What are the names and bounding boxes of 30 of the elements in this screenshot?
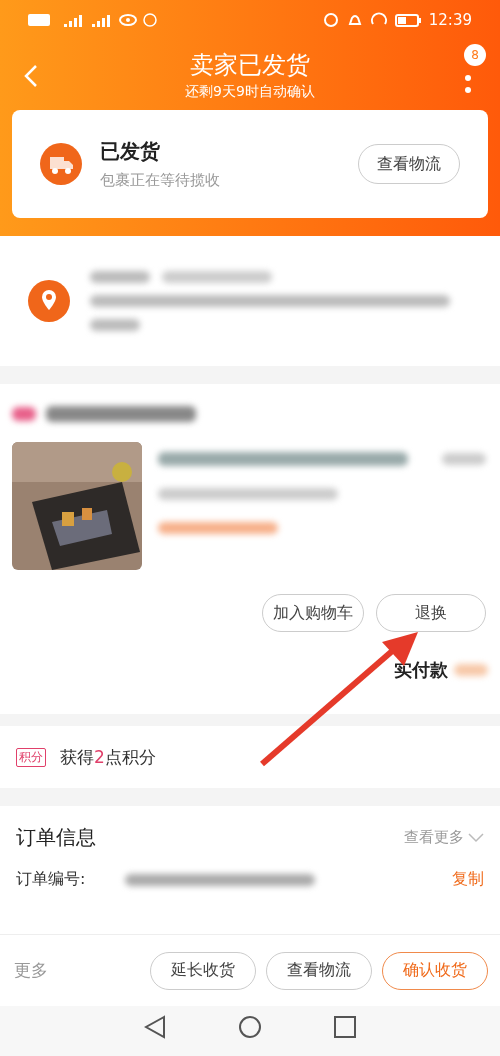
order-info-title: 订单信息	[16, 824, 96, 851]
battery-icon	[394, 12, 421, 28]
home-nav-icon	[238, 1015, 262, 1039]
chevron-down-icon	[468, 832, 484, 843]
recents-nav-icon	[334, 1016, 356, 1038]
shipping-status-title: 已发货	[100, 138, 161, 165]
redacted-text	[442, 453, 486, 465]
points-earned-text: 获得2点积分	[60, 745, 156, 769]
product-action-button[interactable]: 加入购物车	[262, 594, 364, 632]
view-logistics-button[interactable]: 查看物流	[358, 144, 460, 184]
order-number-label: 订单编号:	[16, 869, 86, 890]
order-action-button[interactable]: 查看物流	[266, 951, 372, 990]
truck-icon	[40, 143, 82, 185]
product-action-button[interactable]: 退换	[376, 594, 486, 632]
shipping-status-detail: 包裹正在等待揽收	[100, 171, 221, 190]
back-icon[interactable]	[24, 64, 38, 88]
location-pin-icon	[28, 280, 70, 322]
more-icon[interactable]	[464, 74, 472, 96]
order-action-button[interactable]: 延长收货	[150, 951, 256, 990]
alarm-icon	[322, 12, 339, 28]
muted-bell-icon	[346, 12, 363, 28]
redacted-text	[90, 319, 140, 331]
auto-confirm-countdown: 还剩9天9时自动确认	[185, 83, 315, 101]
status-time: 12:39	[428, 11, 472, 29]
redacted-text	[454, 664, 488, 676]
points-tag: 积分	[16, 747, 46, 767]
message-count-badge: 8	[464, 44, 486, 66]
page-title: 卖家已发货	[190, 50, 310, 81]
redacted-text	[90, 271, 150, 283]
back-nav-icon	[144, 1015, 166, 1039]
